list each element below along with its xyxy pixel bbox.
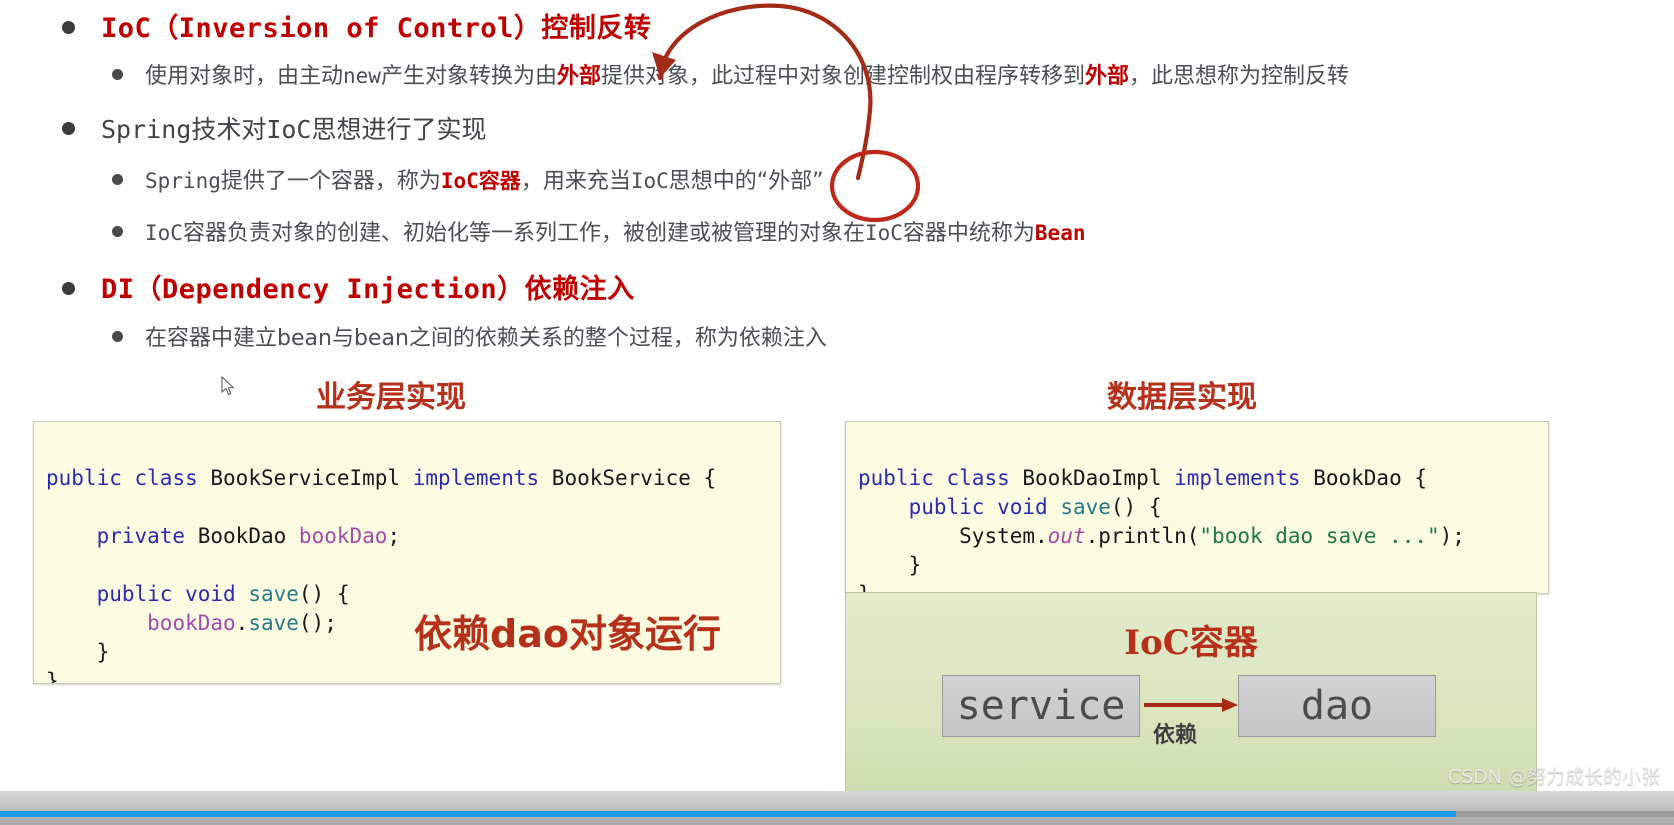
txt-external-1: 外部 (556, 64, 601, 89)
csdn-watermark: CSDN @努力成长的小张 (1447, 766, 1660, 788)
txt-external-2: 外部 (1085, 64, 1130, 89)
bullet-spring-container-text: Spring提供了一个容器，称为IoC容器，用来充当IoC思想中的“外部” (145, 163, 824, 195)
txt-seg: ，用来充当 (520, 169, 631, 194)
txt-seg: ，此思想称为控制反转 (1129, 64, 1350, 89)
node-dao: dao (1238, 675, 1436, 737)
txt-seg: 容器中统称为 (902, 221, 1035, 246)
txt-seg: 提供对象，此过程中对象创建控制权由程序转移到 (600, 64, 1085, 89)
bullet-bean-definition: IoC容器负责对象的创建、初始化等一系列工作，被创建或被管理的对象在IoC容器中… (112, 215, 1085, 247)
txt-seg: IoC (145, 221, 183, 245)
txt-seg: Spring (145, 169, 221, 193)
txt-seg: 产生对象转换为由 (380, 64, 557, 89)
txt-seg: 使用对象时，由主动 (145, 64, 344, 89)
bullet-dot-icon (62, 21, 75, 34)
txt-seg: 在容器中建立 (145, 326, 278, 351)
bullet-dot-icon (62, 282, 75, 295)
bullet-dot-icon (112, 331, 123, 342)
txt-di-paren: （Dependency Injection） (134, 274, 525, 305)
txt-bean-red: Bean (1034, 221, 1086, 245)
bullet-dot-icon (62, 122, 75, 135)
txt-di-acronym: DI (101, 274, 135, 305)
bullet-ioc-heading-text: IoC（Inversion of Control）控制反转 (101, 6, 651, 45)
bullet-di-heading: DI（Dependency Injection）依赖注入 (62, 267, 635, 306)
bullet-spring-impl-text: Spring技术对IoC思想进行了实现 (101, 110, 487, 146)
txt-seg: bean (277, 326, 332, 351)
bullet-ioc-desc-text: 使用对象时，由主动new产生对象转换为由外部提供对象，此过程中对象创建控制权由程… (145, 58, 1349, 90)
txt-di-cn: 依赖注入 (524, 274, 635, 305)
txt-seg: Spring (101, 115, 192, 144)
player-bottom-bar (0, 791, 1674, 825)
bullet-ioc-desc: 使用对象时，由主动new产生对象转换为由外部提供对象，此过程中对象创建控制权由程… (112, 58, 1349, 90)
txt-seg: IoC (266, 115, 312, 144)
dependency-arrow-label: 依赖 (1153, 723, 1198, 748)
txt-seg: 思想进行了实现 (311, 115, 487, 144)
video-progress-fill[interactable] (0, 811, 1457, 817)
bullet-dot-icon (112, 69, 123, 80)
txt-seg: 思想中的“外部” (668, 169, 824, 194)
txt-seg: IoC (864, 221, 903, 245)
txt-seg: 之间的依赖关系的整个过程，称为依赖注入 (408, 326, 827, 351)
txt-seg: 提供了一个容器，称为 (220, 169, 441, 194)
txt-new-kw: new (343, 64, 381, 88)
txt-ioc-paren: （Inversion of Control） (151, 13, 542, 44)
mouse-cursor-icon (221, 376, 235, 396)
caption-service-layer: 业务层实现 (316, 380, 466, 415)
ioc-container-diagram: IoC容器 service dao 依赖 (845, 592, 1537, 800)
ioc-container-title: IoC容器 (1124, 623, 1258, 663)
node-service: service (942, 675, 1140, 737)
txt-ioc-acronym: IoC (101, 13, 152, 44)
bullet-bean-definition-text: IoC容器负责对象的创建、初始化等一系列工作，被创建或被管理的对象在IoC容器中… (145, 215, 1085, 247)
txt-seg: bean (353, 326, 409, 351)
bullet-di-desc-text: 在容器中建立bean与bean之间的依赖关系的整个过程，称为依赖注入 (145, 320, 827, 352)
bullet-spring-impl: Spring技术对IoC思想进行了实现 (62, 110, 487, 146)
bullet-spring-container: Spring提供了一个容器，称为IoC容器，用来充当IoC思想中的“外部” (112, 163, 824, 195)
bullet-ioc-heading: IoC（Inversion of Control）控制反转 (62, 6, 651, 45)
bullet-di-heading-text: DI（Dependency Injection）依赖注入 (101, 267, 635, 306)
txt-seg: 技术对 (191, 115, 267, 144)
txt-seg: 与 (331, 326, 354, 351)
node-dao-label: dao (1300, 683, 1374, 729)
node-service-label: service (956, 683, 1126, 729)
txt-seg: IoC (630, 169, 669, 193)
txt-seg: 容器负责对象的创建、初始化等一系列工作，被创建或被管理的对象在 (182, 221, 865, 246)
dependency-arrow-icon (1144, 698, 1238, 712)
code-block-book-dao-impl: public class BookDaoImpl implements Book… (845, 421, 1549, 594)
txt-ioc-container-red: IoC容器 (440, 169, 521, 193)
video-progress-track[interactable] (0, 811, 1674, 817)
slide-canvas: IoC（Inversion of Control）控制反转 使用对象时，由主动n… (0, 0, 1674, 825)
bullet-di-desc: 在容器中建立bean与bean之间的依赖关系的整个过程，称为依赖注入 (112, 320, 827, 352)
bullet-dot-icon (112, 174, 123, 185)
note-depends-on-dao: 依赖dao对象运行 (414, 612, 721, 656)
txt-ioc-cn: 控制反转 (541, 13, 652, 44)
caption-data-layer: 数据层实现 (1107, 380, 1257, 415)
bullet-dot-icon (112, 226, 123, 237)
